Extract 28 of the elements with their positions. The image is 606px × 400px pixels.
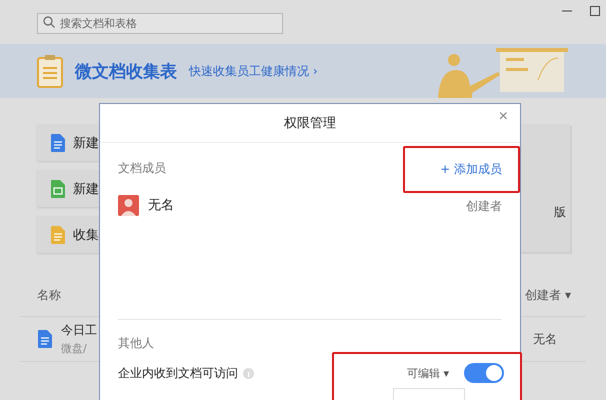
dialog-title: 权限管理 [284, 115, 336, 132]
file-path: 微盘/ [61, 341, 88, 356]
access-label: 企业内收到文档可访问 [118, 364, 238, 382]
section-label: 文档成员 [118, 160, 166, 176]
form-icon [51, 226, 65, 244]
add-member-link[interactable]: + 添加成员 [440, 160, 502, 178]
template-card[interactable]: 版 [518, 124, 570, 252]
member-name: 无名 [148, 197, 174, 214]
column-header[interactable]: 创建者 ▾ [525, 286, 571, 304]
search-field[interactable]: 搜索文档和表格 [37, 12, 283, 34]
access-toggle[interactable] [464, 363, 504, 383]
column-header[interactable]: 名称 [37, 286, 61, 304]
document-icon [51, 134, 65, 152]
member-role: 创建者 [466, 198, 502, 214]
banner-title: 微文档收集表 [75, 60, 177, 82]
info-icon [243, 368, 254, 378]
maximize-icon[interactable] [590, 6, 600, 16]
banner-link[interactable]: 快速收集员工健康情况 › [189, 62, 318, 80]
search-icon [43, 16, 55, 28]
document-icon [38, 330, 52, 348]
file-name[interactable]: 今日工 [61, 322, 97, 339]
file-creator: 无名 [533, 330, 557, 348]
avatar-icon [118, 194, 139, 216]
permission-dropdown[interactable]: 可编辑 ▾ [406, 366, 449, 380]
section-label: 其他人 [118, 336, 154, 350]
clipboard-icon [37, 54, 63, 88]
close-button[interactable]: × [494, 108, 512, 126]
spreadsheet-icon [51, 180, 65, 198]
